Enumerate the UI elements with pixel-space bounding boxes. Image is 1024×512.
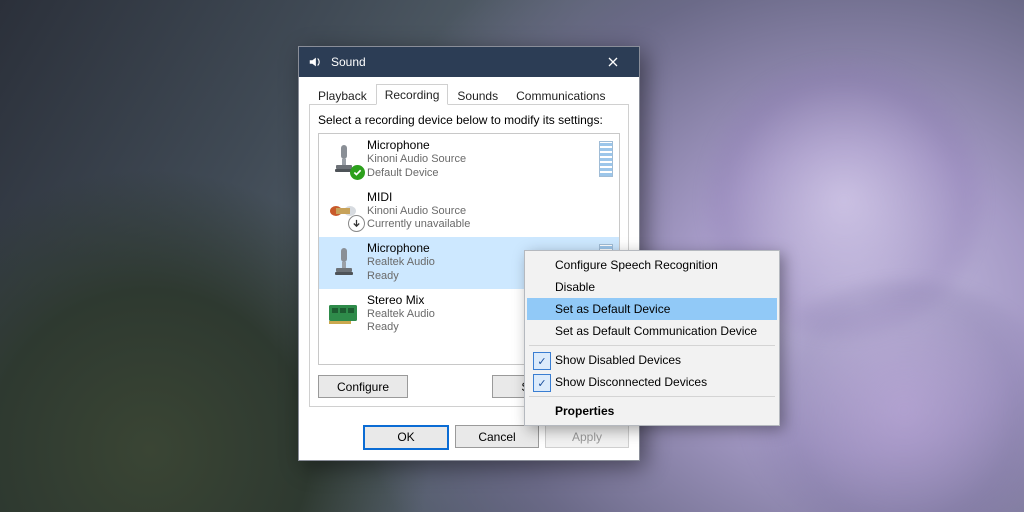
menu-properties[interactable]: Properties: [527, 400, 777, 422]
menu-item-label: Show Disconnected Devices: [555, 375, 707, 389]
device-text: MIDI Kinoni Audio Source Currently unava…: [367, 190, 613, 233]
default-badge-icon: [350, 165, 365, 180]
device-source: Kinoni Audio Source: [367, 205, 613, 219]
ok-button[interactable]: OK: [363, 425, 449, 450]
configure-button[interactable]: Configure: [318, 375, 408, 398]
tab-playback[interactable]: Playback: [309, 85, 376, 105]
list-item[interactable]: Microphone Kinoni Audio Source Default D…: [319, 134, 619, 186]
tab-communications[interactable]: Communications: [507, 85, 614, 105]
desktop-wallpaper: Sound Playback Recording Sounds Communic…: [0, 0, 1024, 512]
check-icon: ✓: [533, 352, 551, 370]
tab-recording[interactable]: Recording: [376, 84, 449, 105]
level-meter: [599, 141, 613, 177]
device-status: Default Device: [367, 167, 599, 181]
device-source: Kinoni Audio Source: [367, 153, 599, 167]
close-icon: [608, 57, 618, 67]
menu-configure-speech[interactable]: Configure Speech Recognition: [527, 254, 777, 276]
device-status: Currently unavailable: [367, 218, 613, 232]
menu-set-default-device[interactable]: Set as Default Device: [527, 298, 777, 320]
menu-item-label: Show Disabled Devices: [555, 353, 681, 367]
window-title: Sound: [331, 55, 593, 69]
menu-show-disabled[interactable]: ✓ Show Disabled Devices: [527, 349, 777, 371]
apply-button[interactable]: Apply: [545, 425, 629, 448]
microphone-icon: [325, 243, 363, 281]
menu-set-default-comm[interactable]: Set as Default Communication Device: [527, 320, 777, 342]
microphone-icon: [325, 140, 363, 178]
panel-instruction: Select a recording device below to modif…: [318, 113, 620, 127]
sound-card-icon: [325, 295, 363, 333]
tab-strip: Playback Recording Sounds Communications: [309, 83, 629, 105]
cancel-button[interactable]: Cancel: [455, 425, 539, 448]
menu-show-disconnected[interactable]: ✓ Show Disconnected Devices: [527, 371, 777, 393]
close-button[interactable]: [593, 47, 633, 77]
menu-separator: [529, 396, 775, 397]
unavailable-badge-icon: [348, 215, 365, 232]
list-item[interactable]: MIDI Kinoni Audio Source Currently unava…: [319, 186, 619, 238]
menu-disable[interactable]: Disable: [527, 276, 777, 298]
sound-icon: [307, 54, 323, 70]
context-menu: Configure Speech Recognition Disable Set…: [524, 250, 780, 426]
midi-cable-icon: [325, 192, 363, 230]
check-icon: ✓: [533, 374, 551, 392]
device-text: Microphone Kinoni Audio Source Default D…: [367, 138, 599, 181]
device-name: Microphone: [367, 138, 599, 153]
menu-separator: [529, 345, 775, 346]
device-name: MIDI: [367, 190, 613, 205]
titlebar[interactable]: Sound: [299, 47, 639, 77]
tab-sounds[interactable]: Sounds: [448, 85, 507, 105]
